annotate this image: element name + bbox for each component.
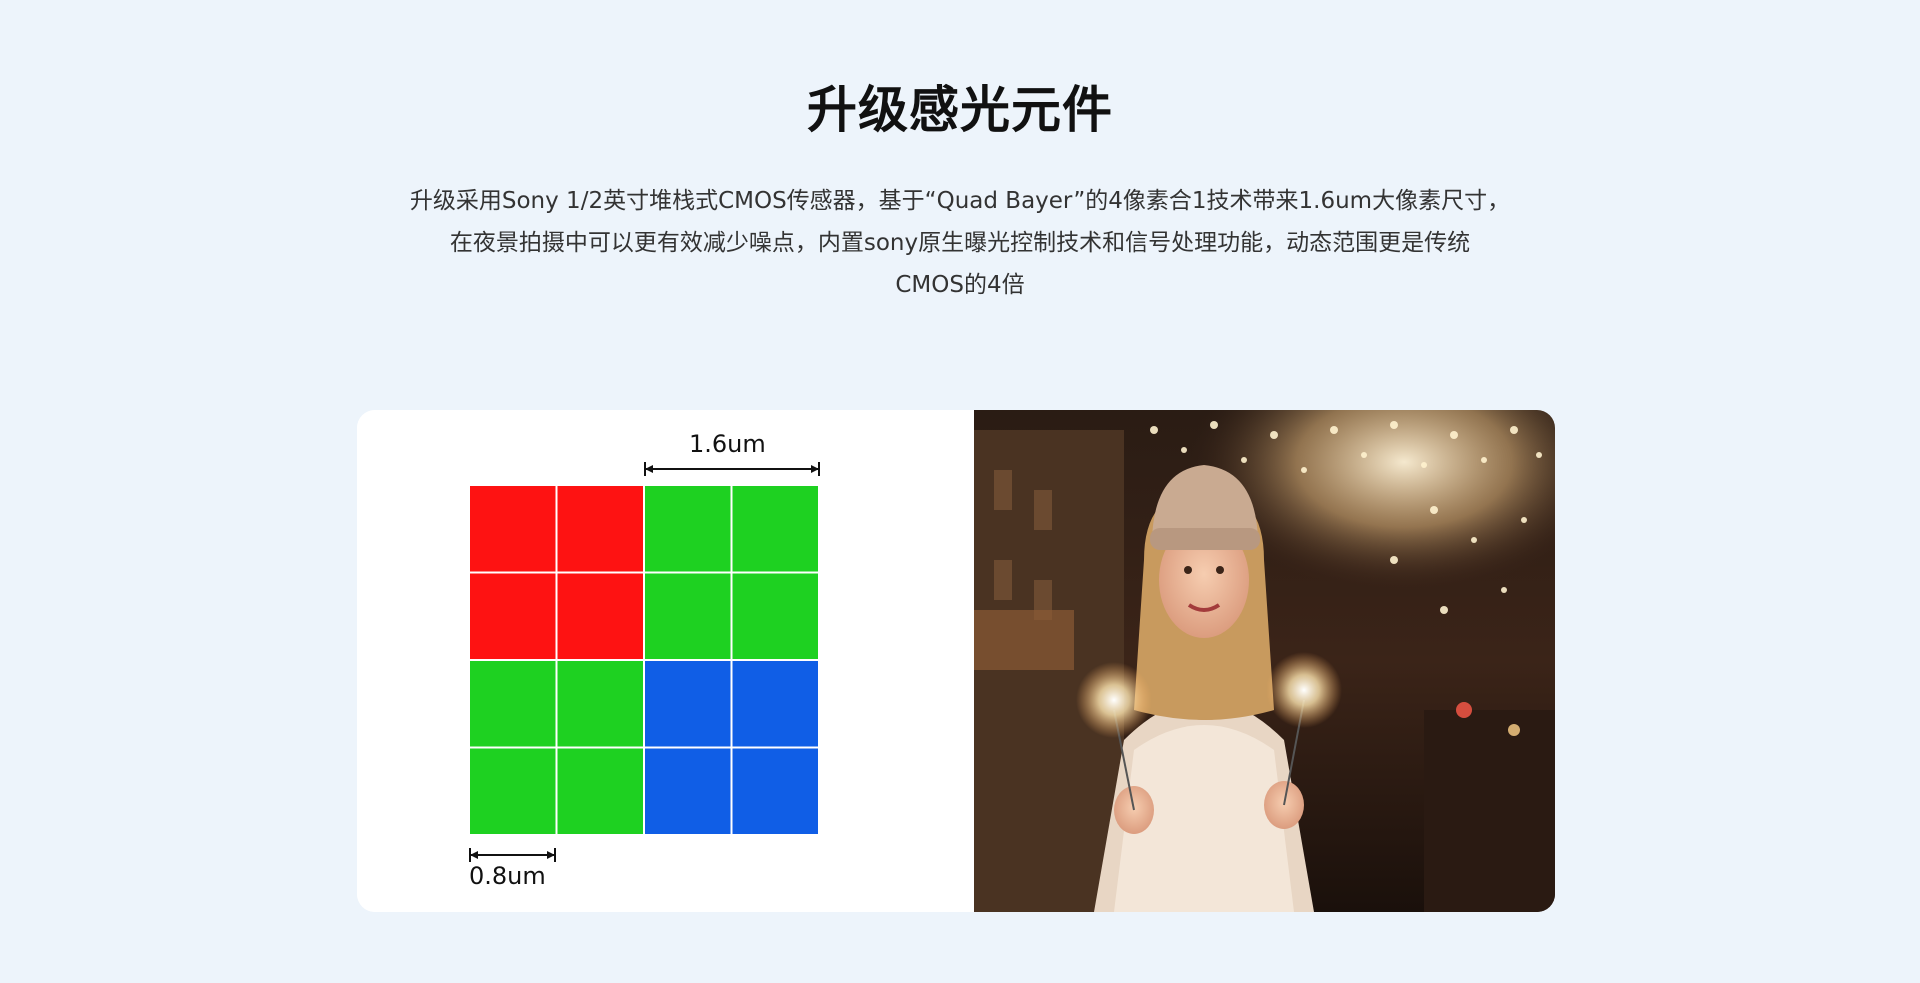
bayer-cell-green — [470, 661, 556, 747]
bayer-cell-green — [645, 486, 731, 572]
small-pixel-label: 0.8um — [469, 862, 546, 890]
bayer-cell-blue — [732, 661, 818, 747]
bayer-grid-svg — [469, 462, 820, 862]
description-line-3: CMOS的4倍 — [895, 272, 1025, 298]
bayer-cell-green — [645, 573, 731, 659]
page-title: 升级感光元件 — [807, 81, 1113, 139]
bayer-cell-red — [557, 573, 643, 659]
photo-illustration — [974, 410, 1555, 912]
description-line-2: 在夜景拍摄中可以更有效减少噪点，内置sony原生曝光控制技术和信号处理功能，动态… — [449, 230, 1471, 256]
bayer-cell-blue — [732, 748, 818, 834]
bayer-cell-green — [732, 486, 818, 572]
small-pixel-dimension — [469, 848, 556, 862]
bayer-cell-green — [470, 748, 556, 834]
feature-card: 1.6um 0.8um — [357, 410, 1555, 912]
bayer-cell-green — [557, 748, 643, 834]
bayer-cell-red — [470, 573, 556, 659]
quad-bayer-diagram: 1.6um 0.8um — [357, 410, 974, 912]
bayer-cell-red — [470, 486, 556, 572]
large-pixel-label: 1.6um — [689, 430, 766, 458]
bayer-cell-blue — [645, 748, 731, 834]
bayer-cell-red — [557, 486, 643, 572]
description-line-1: 升级采用Sony 1/2英寸堆栈式CMOS传感器，基于“Quad Bayer”的… — [409, 188, 1511, 214]
bayer-cell-green — [557, 661, 643, 747]
night-portrait-photo — [974, 410, 1555, 912]
bayer-cell-blue — [645, 661, 731, 747]
bayer-cell-green — [732, 573, 818, 659]
description: 升级采用Sony 1/2英寸堆栈式CMOS传感器，基于“Quad Bayer”的… — [350, 180, 1570, 306]
large-pixel-dimension — [644, 462, 820, 476]
